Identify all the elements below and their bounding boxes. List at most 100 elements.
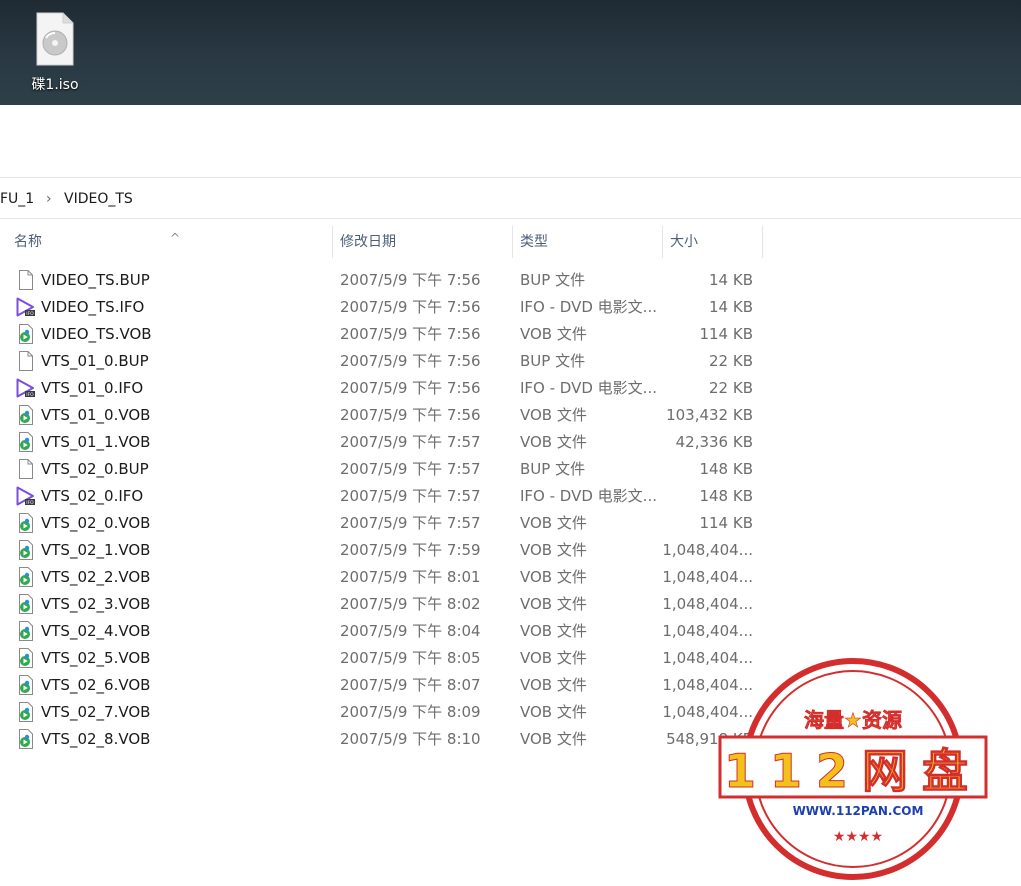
ifo-play-icon: IFO <box>16 297 36 317</box>
file-size: 114 KB <box>699 514 753 532</box>
file-name[interactable]: VTS_02_5.VOB <box>41 645 150 671</box>
file-row[interactable]: VTS_02_2.VOB 2007/5/9 下午 8:01 VOB 文件 1,048,… <box>0 564 1021 591</box>
file-name[interactable]: VTS_01_1.VOB <box>41 429 150 455</box>
file-name[interactable]: VTS_02_7.VOB <box>41 699 150 725</box>
file-date: 2007/5/9 下午 7:56 <box>340 298 481 316</box>
file-size: 1,048,404... <box>662 541 753 559</box>
file-date: 2007/5/9 下午 7:57 <box>340 433 481 451</box>
file-type: VOB 文件 <box>520 595 587 613</box>
column-header-name[interactable]: 名称 ^ <box>8 226 332 258</box>
watermark-url: WWW.112PAN.COM <box>793 804 924 818</box>
file-type: VOB 文件 <box>520 325 587 343</box>
file-name[interactable]: VTS_01_0.VOB <box>41 402 150 428</box>
file-name[interactable]: VTS_02_6.VOB <box>41 672 150 698</box>
file-date: 2007/5/9 下午 7:56 <box>340 325 481 343</box>
vob-media-icon <box>16 594 36 614</box>
svg-text:IFO: IFO <box>26 311 34 317</box>
breadcrumb-separator-icon[interactable]: › <box>46 191 52 207</box>
desktop-iso-file[interactable]: 碟1.iso <box>22 12 88 102</box>
file-date: 2007/5/9 下午 7:56 <box>340 352 481 370</box>
file-row[interactable]: VTS_02_0.VOB 2007/5/9 下午 7:57 VOB 文件 114 KB <box>0 510 1021 537</box>
file-row[interactable]: VTS_02_1.VOB 2007/5/9 下午 7:59 VOB 文件 1,048,… <box>0 537 1021 564</box>
column-divider[interactable] <box>762 226 763 258</box>
column-header-type[interactable]: 类型 <box>514 226 662 258</box>
file-size: 148 KB <box>699 460 753 478</box>
file-date: 2007/5/9 下午 8:09 <box>340 703 481 721</box>
vob-media-icon <box>16 567 36 587</box>
file-name[interactable]: VIDEO_TS.BUP <box>41 267 150 293</box>
file-name[interactable]: VTS_02_0.BUP <box>41 456 149 482</box>
file-type: IFO - DVD 电影文... <box>520 487 657 505</box>
file-date: 2007/5/9 下午 8:05 <box>340 649 481 667</box>
file-row[interactable]: IFO VTS_02_0.IFO 2007/5/9 下午 7:57 IFO - DVD… <box>0 483 1021 510</box>
column-divider[interactable] <box>332 226 333 258</box>
file-name[interactable]: VTS_02_0.VOB <box>41 510 150 536</box>
vob-media-icon <box>16 675 36 695</box>
file-type: VOB 文件 <box>520 703 587 721</box>
file-row[interactable]: VIDEO_TS.VOB 2007/5/9 下午 7:56 VOB 文件 114 KB <box>0 321 1021 348</box>
file-name[interactable]: VTS_02_4.VOB <box>41 618 150 644</box>
svg-text:IFO: IFO <box>26 392 34 398</box>
file-type: IFO - DVD 电影文... <box>520 379 657 397</box>
disc-image-file-icon <box>35 12 75 66</box>
file-size: 114 KB <box>699 325 753 343</box>
file-date: 2007/5/9 下午 7:57 <box>340 460 481 478</box>
column-divider[interactable] <box>512 226 513 258</box>
file-type: VOB 文件 <box>520 622 587 640</box>
file-date: 2007/5/9 下午 8:01 <box>340 568 481 586</box>
file-type: BUP 文件 <box>520 460 586 478</box>
file-name[interactable]: VTS_01_0.IFO <box>41 375 143 401</box>
file-row[interactable]: VTS_01_0.BUP 2007/5/9 下午 7:56 BUP 文件 22 KB <box>0 348 1021 375</box>
desktop-background: 碟1.iso <box>0 0 1021 105</box>
watermark-main-text: 112网盘 <box>724 744 982 798</box>
blank-file-icon <box>16 270 36 290</box>
file-size: 14 KB <box>709 271 753 289</box>
breadcrumb-current[interactable]: VIDEO_TS <box>64 191 133 207</box>
file-type: VOB 文件 <box>520 541 587 559</box>
file-row[interactable]: VIDEO_TS.BUP 2007/5/9 下午 7:56 BUP 文件 14 KB <box>0 267 1021 294</box>
file-type: VOB 文件 <box>520 514 587 532</box>
file-row[interactable]: IFO VIDEO_TS.IFO 2007/5/9 下午 7:56 IFO - DVD… <box>0 294 1021 321</box>
file-date: 2007/5/9 下午 8:10 <box>340 730 481 748</box>
column-divider[interactable] <box>662 226 663 258</box>
vob-media-icon <box>16 324 36 344</box>
file-row[interactable]: VTS_01_0.VOB 2007/5/9 下午 7:56 VOB 文件 103,43… <box>0 402 1021 429</box>
file-size: 42,336 KB <box>675 433 753 451</box>
file-date: 2007/5/9 下午 7:56 <box>340 379 481 397</box>
vob-media-icon <box>16 729 36 749</box>
file-row[interactable]: VTS_02_3.VOB 2007/5/9 下午 8:02 VOB 文件 1,048,… <box>0 591 1021 618</box>
file-size: 1,048,404... <box>662 595 753 613</box>
watermark-top-text: 海量★资源 <box>804 708 902 732</box>
breadcrumb[interactable]: FU_1 › VIDEO_TS <box>0 184 1021 216</box>
file-name[interactable]: VTS_02_2.VOB <box>41 564 150 590</box>
file-row[interactable]: IFO VTS_01_0.IFO 2007/5/9 下午 7:56 IFO - DVD… <box>0 375 1021 402</box>
file-row[interactable]: VTS_01_1.VOB 2007/5/9 下午 7:57 VOB 文件 42,336… <box>0 429 1021 456</box>
file-type: VOB 文件 <box>520 406 587 424</box>
file-name[interactable]: VTS_02_1.VOB <box>41 537 150 563</box>
file-size: 22 KB <box>709 379 753 397</box>
file-name[interactable]: VTS_02_3.VOB <box>41 591 150 617</box>
file-name[interactable]: VIDEO_TS.VOB <box>41 321 152 347</box>
watermark-stars-icon: ★★★★ <box>833 829 883 845</box>
watermark-stamp: 海量★资源 112网盘 WWW.112PAN.COM ★★★★ <box>718 655 988 881</box>
desktop-icon-label: 碟1.iso <box>31 77 79 93</box>
file-name[interactable]: VTS_02_0.IFO <box>41 483 143 509</box>
file-row[interactable]: VTS_02_0.BUP 2007/5/9 下午 7:57 BUP 文件 148 KB <box>0 456 1021 483</box>
breadcrumb-parent[interactable]: FU_1 <box>0 191 34 207</box>
blank-file-icon <box>16 351 36 371</box>
column-header-size[interactable]: 大小 <box>664 226 762 258</box>
file-date: 2007/5/9 下午 7:57 <box>340 514 481 532</box>
file-type: VOB 文件 <box>520 676 587 694</box>
file-name[interactable]: VTS_01_0.BUP <box>41 348 149 374</box>
file-date: 2007/5/9 下午 8:04 <box>340 622 481 640</box>
file-size: 148 KB <box>699 487 753 505</box>
ifo-play-icon: IFO <box>16 378 36 398</box>
ribbon-area <box>0 105 1021 177</box>
sort-ascending-icon: ^ <box>170 231 181 245</box>
file-type: VOB 文件 <box>520 433 587 451</box>
file-type: IFO - DVD 电影文... <box>520 298 657 316</box>
file-name[interactable]: VTS_02_8.VOB <box>41 726 150 752</box>
column-header-date[interactable]: 修改日期 <box>334 226 512 258</box>
file-row[interactable]: VTS_02_4.VOB 2007/5/9 下午 8:04 VOB 文件 1,048,… <box>0 618 1021 645</box>
file-name[interactable]: VIDEO_TS.IFO <box>41 294 144 320</box>
